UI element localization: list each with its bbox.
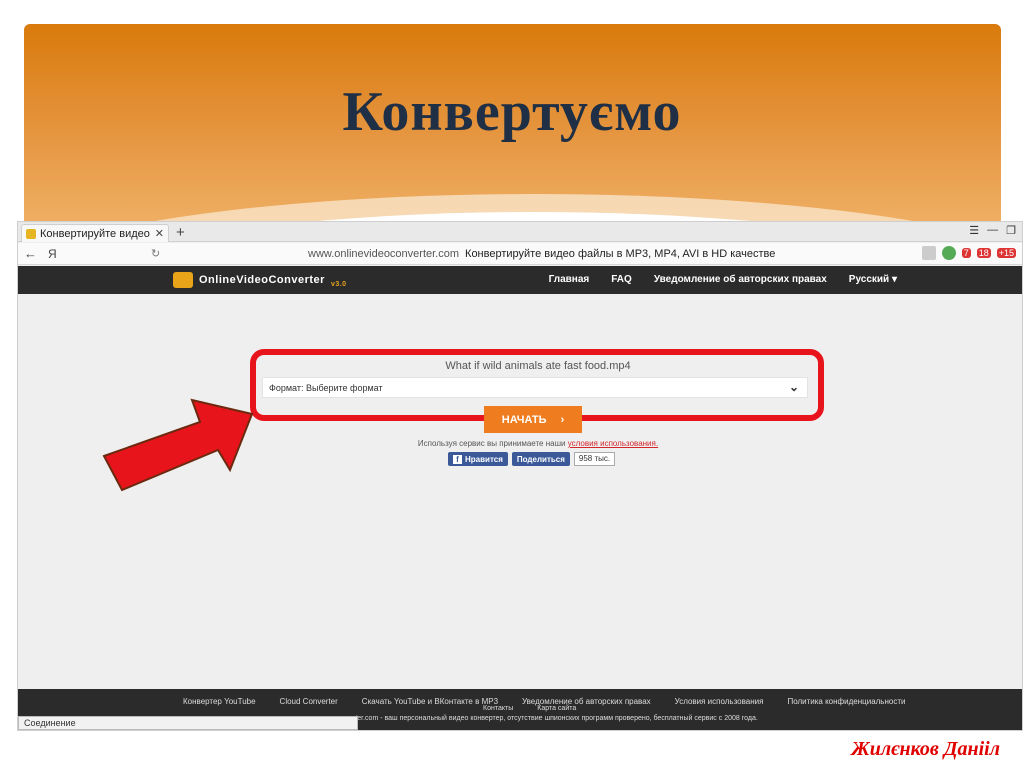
address-bar-row: ← Я ↻ www.onlinevideoconverter.com Конвер… <box>18 243 1022 265</box>
site-header: OnlineVideoConverter v3.0 Главная FAQ Ув… <box>18 266 1022 294</box>
extension-badge-2: 18 <box>976 248 991 258</box>
terms-link[interactable]: условия использования. <box>568 439 658 448</box>
favicon-icon <box>26 228 36 239</box>
like-label: Нравится <box>465 454 503 464</box>
facebook-icon: f <box>453 454 462 464</box>
reload-icon[interactable]: ↻ <box>151 247 160 260</box>
new-tab-button[interactable]: + <box>176 224 185 241</box>
camera-logo-icon <box>173 272 193 288</box>
author-name: Жилєнков Данііл <box>851 738 1000 760</box>
slide: Конвертуємо Конвертируйте видео ф ✕ + ☰ … <box>0 0 1024 767</box>
back-arrow-icon[interactable]: ← <box>24 246 37 261</box>
tab-bar: Конвертируйте видео ф ✕ + ☰ — ❐ <box>18 222 1022 242</box>
extension-badge-3: +15 <box>996 248 1016 258</box>
footer-links-secondary: Контакты Карта сайта <box>483 705 576 712</box>
nav-home[interactable]: Главная <box>549 274 590 285</box>
site-nav: Главная FAQ Уведомление об авторских пра… <box>549 274 897 285</box>
tab-title: Конвертируйте видео ф <box>40 227 151 240</box>
footer-link-contacts[interactable]: Контакты <box>483 705 513 712</box>
terms-notice: Используя сервис вы принимаете наши усло… <box>258 439 818 448</box>
yandex-button[interactable]: Я <box>48 247 57 261</box>
restore-icon[interactable]: ❐ <box>1006 224 1016 237</box>
terms-text: Используя сервис вы принимаете наши <box>417 439 566 448</box>
footer-link-privacy[interactable]: Политика конфиденциальности <box>787 697 905 706</box>
footer-link-sitemap[interactable]: Карта сайта <box>537 705 576 712</box>
menu-icon[interactable]: ☰ <box>969 224 979 237</box>
footer-link-youtube-converter[interactable]: Конвертер YouTube <box>183 697 256 706</box>
footer-copyright: rter.com - ваш персональный видео конвер… <box>353 715 758 722</box>
slide-title: Конвертуємо <box>342 81 682 143</box>
facebook-like-button[interactable]: f Нравится <box>448 452 508 466</box>
close-tab-icon[interactable]: ✕ <box>155 227 164 240</box>
site-logo[interactable]: OnlineVideoConverter v3.0 <box>173 272 347 288</box>
minimize-icon[interactable]: — <box>987 224 998 237</box>
facebook-share-button[interactable]: Поделиться <box>511 452 570 466</box>
footer-link-download-mp3[interactable]: Скачать YouTube и ВКонтакте в MP3 <box>362 697 498 706</box>
logo-version: v3.0 <box>330 281 347 288</box>
url-page-title: Конвертируйте видео файлы в MP3, MP4, AV… <box>465 248 776 260</box>
chevron-right-icon: › <box>560 413 565 426</box>
browser-tab[interactable]: Конвертируйте видео ф ✕ <box>21 224 169 242</box>
footer-link-cloud-converter[interactable]: Cloud Converter <box>280 697 338 706</box>
bookmark-icon[interactable] <box>921 246 936 260</box>
language-selector[interactable]: Русский ▾ <box>849 274 897 285</box>
pointer-arrow-icon <box>102 398 254 492</box>
start-button-label: НАЧАТЬ <box>501 413 547 426</box>
extensions-area: 7 18 +15 <box>921 246 1016 260</box>
status-bar: Соединение <box>18 716 358 730</box>
logo-text: OnlineVideoConverter <box>199 274 325 286</box>
url-domain: www.onlinevideoconverter.com <box>308 248 460 260</box>
download-extension-icon[interactable] <box>941 246 956 260</box>
social-buttons: f Нравится Поделиться 958 тыс. <box>448 452 616 466</box>
site-footer: Конвертер YouTube Cloud Converter Скачат… <box>18 689 1022 730</box>
like-count: 958 тыс. <box>573 452 616 466</box>
nav-faq[interactable]: FAQ <box>611 274 632 285</box>
extension-badge-1: 7 <box>961 248 971 258</box>
nav-copyright[interactable]: Уведомление об авторских правах <box>654 274 827 285</box>
footer-link-terms[interactable]: Условия использования <box>675 697 764 706</box>
address-field[interactable]: www.onlinevideoconverter.com Конвертируйт… <box>308 248 775 260</box>
window-controls: ☰ — ❐ <box>969 224 1016 237</box>
start-button[interactable]: НАЧАТЬ › <box>484 406 582 433</box>
